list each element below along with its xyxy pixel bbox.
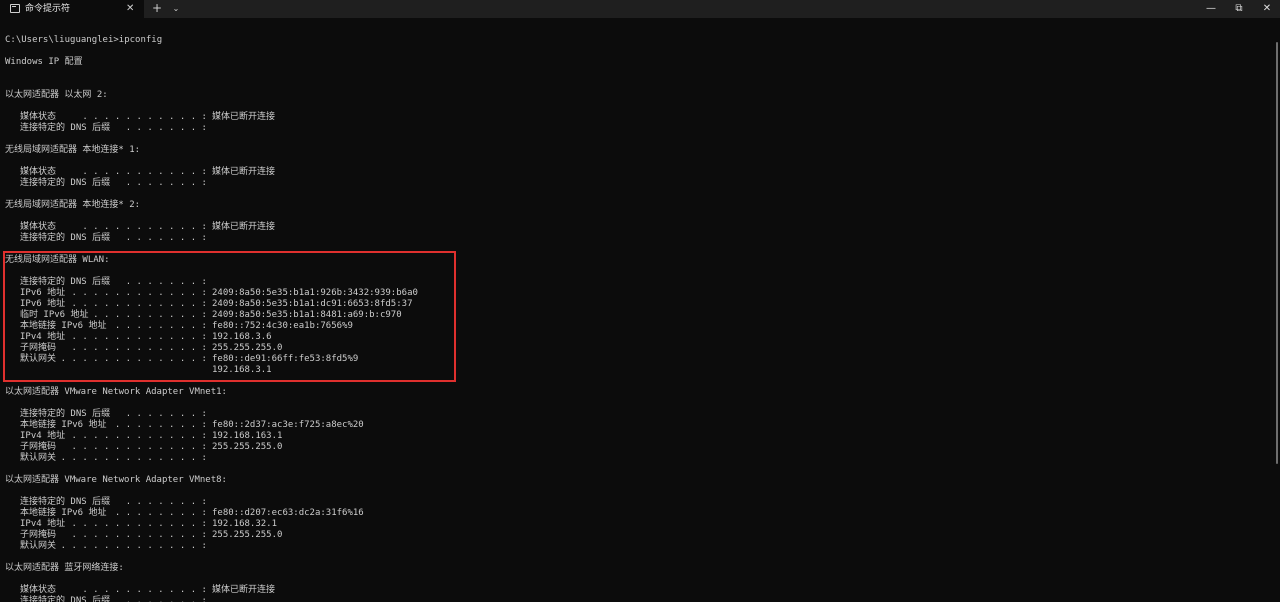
row-key: 连接特定的 DNS 后缀 xyxy=(20,596,111,602)
row-dots: . . . . . . . . . . . : xyxy=(82,222,207,232)
adapter-row: 本地链接 IPv6 地址 . . . . . . . . : fe80::d207:… xyxy=(5,508,1270,519)
row-dots: . . . . . . . : xyxy=(125,497,207,507)
row-value: fe80::2d37:ac3e:f725:a8ec%20 xyxy=(212,420,364,430)
row-key: 媒体状态 xyxy=(20,112,57,122)
adapter-row: 子网掩码 . . . . . . . . . . . . : 255.255.255… xyxy=(5,442,1270,453)
adapter-row: 连接特定的 DNS 后缀 . . . . . . . : xyxy=(5,409,1270,420)
adapter-row: 连接特定的 DNS 后缀 . . . . . . . : xyxy=(5,233,1270,244)
adapter-title: 以太网适配器 VMware Network Adapter VMnet1: xyxy=(5,387,227,397)
adapter-row: 连接特定的 DNS 后缀 . . . . . . . : xyxy=(5,497,1270,508)
row-key: 连接特定的 DNS 后缀 xyxy=(20,233,111,243)
adapter-row: 连接特定的 DNS 后缀 . . . . . . . : xyxy=(5,123,1270,134)
row-key: 本地链接 IPv6 地址 xyxy=(20,508,107,518)
adapter-row: 媒体状态 . . . . . . . . . . . : 媒体已断开连接 xyxy=(5,167,1270,178)
row-key: 本地链接 IPv6 地址 xyxy=(20,420,107,430)
adapter-row: 媒体状态 . . . . . . . . . . . : 媒体已断开连接 xyxy=(5,112,1270,123)
row-dots: . . . . . . . . . . . : xyxy=(82,585,207,595)
row-value: 媒体已断开连接 xyxy=(212,585,276,595)
row-key: 子网掩码 xyxy=(20,530,57,540)
minimize-button[interactable]: — xyxy=(1196,0,1226,18)
row-dots: . . . . . . . . . . . . : xyxy=(71,530,207,540)
adapter-row: 本地链接 IPv6 地址 . . . . . . . . : fe80::2d37:… xyxy=(5,420,1270,431)
row-key: 连接特定的 DNS 后缀 xyxy=(20,123,111,133)
row-value: 255.255.255.0 xyxy=(212,442,283,452)
adapter-row: 连接特定的 DNS 后缀 . . . . . . . : xyxy=(5,596,1270,602)
terminal-icon xyxy=(10,4,20,13)
row-dots: . . . . . . . . . . . . : xyxy=(71,431,207,441)
restore-button[interactable]: ⧉ xyxy=(1224,0,1254,18)
tab-close-button[interactable]: ✕ xyxy=(126,2,134,16)
adapter-row: 媒体状态 . . . . . . . . . . . : 媒体已断开连接 xyxy=(5,585,1270,596)
close-button[interactable]: ✕ xyxy=(1252,0,1280,18)
scrollbar[interactable] xyxy=(1276,42,1278,464)
new-tab-button[interactable]: + xyxy=(150,1,164,16)
adapter-title: 以太网适配器 VMware Network Adapter VMnet8: xyxy=(5,475,227,485)
tab-command-prompt[interactable]: 命令提示符 ✕ xyxy=(0,0,144,18)
adapter-title: 以太网适配器 以太网 2: xyxy=(5,90,108,100)
adapter-row: 连接特定的 DNS 后缀 . . . . . . . : xyxy=(5,178,1270,189)
row-dots: . . . . . . . : xyxy=(125,233,207,243)
row-dots: . . . . . . . . . . . : xyxy=(82,167,207,177)
row-key: 连接特定的 DNS 后缀 xyxy=(20,497,111,507)
adapter-row: IPv4 地址 . . . . . . . . . . . . : 192.168.… xyxy=(5,431,1270,442)
row-key: 媒体状态 xyxy=(20,585,57,595)
adapter-row: 媒体状态 . . . . . . . . . . . : 媒体已断开连接 xyxy=(5,222,1270,233)
row-dots: . . . . . . . : xyxy=(125,123,207,133)
title-bar: 命令提示符 ✕ + ⌄ — ⧉ ✕ xyxy=(0,0,1280,18)
row-key: 媒体状态 xyxy=(20,222,57,232)
row-key: 连接特定的 DNS 后缀 xyxy=(20,409,111,419)
row-dots: . . . . . . . . . . . : xyxy=(82,112,207,122)
row-dots: . . . . . . . : xyxy=(125,409,207,419)
row-key: IPv4 地址 xyxy=(20,519,66,529)
tab-dropdown-button[interactable]: ⌄ xyxy=(170,1,182,16)
row-value: 255.255.255.0 xyxy=(212,530,283,540)
adapter-title: 无线局域网适配器 本地连接* 1: xyxy=(5,145,141,155)
row-dots: . . . . . . . . : xyxy=(114,508,207,518)
row-dots: . . . . . . . . . . . . : xyxy=(71,519,207,529)
row-value: 媒体已断开连接 xyxy=(212,222,276,232)
row-value: 192.168.32.1 xyxy=(212,519,278,529)
row-key: IPv4 地址 xyxy=(20,431,66,441)
prompt-line: C:\Users\liuguanglei>ipconfig xyxy=(5,35,163,45)
row-dots: . . . . . . . . : xyxy=(114,420,207,430)
row-value: 媒体已断开连接 xyxy=(212,167,276,177)
row-key: 子网掩码 xyxy=(20,442,57,452)
row-dots: . . . . . . . : xyxy=(125,596,207,602)
row-value: 媒体已断开连接 xyxy=(212,112,276,122)
row-dots: . . . . . . . . . . . . : xyxy=(71,442,207,452)
adapter-row: 默认网关. . . . . . . . . . . . . : xyxy=(5,453,1270,464)
row-dots: . . . . . . . . . . . . . : xyxy=(60,541,207,551)
row-dots: . . . . . . . . . . . . . : xyxy=(60,453,207,463)
row-key: 默认网关 xyxy=(20,541,57,551)
tab-title: 命令提示符 xyxy=(25,4,71,14)
row-dots: . . . . . . . : xyxy=(125,178,207,188)
adapter-row: IPv4 地址 . . . . . . . . . . . . : 192.168.… xyxy=(5,519,1270,530)
ip-config-heading: Windows IP 配置 xyxy=(5,57,83,67)
row-value: 192.168.163.1 xyxy=(212,431,283,441)
adapter-row: 子网掩码 . . . . . . . . . . . . : 255.255.255… xyxy=(5,530,1270,541)
adapter-title: 以太网适配器 蓝牙网络连接: xyxy=(5,563,124,573)
adapter-row: 默认网关. . . . . . . . . . . . . : xyxy=(5,541,1270,552)
row-key: 默认网关 xyxy=(20,453,57,463)
adapter-title: 无线局域网适配器 本地连接* 2: xyxy=(5,200,141,210)
row-value: fe80::d207:ec63:dc2a:31f6%16 xyxy=(212,508,364,518)
row-key: 连接特定的 DNS 后缀 xyxy=(20,178,111,188)
row-key: 媒体状态 xyxy=(20,167,57,177)
wlan-highlight-box xyxy=(3,251,456,382)
